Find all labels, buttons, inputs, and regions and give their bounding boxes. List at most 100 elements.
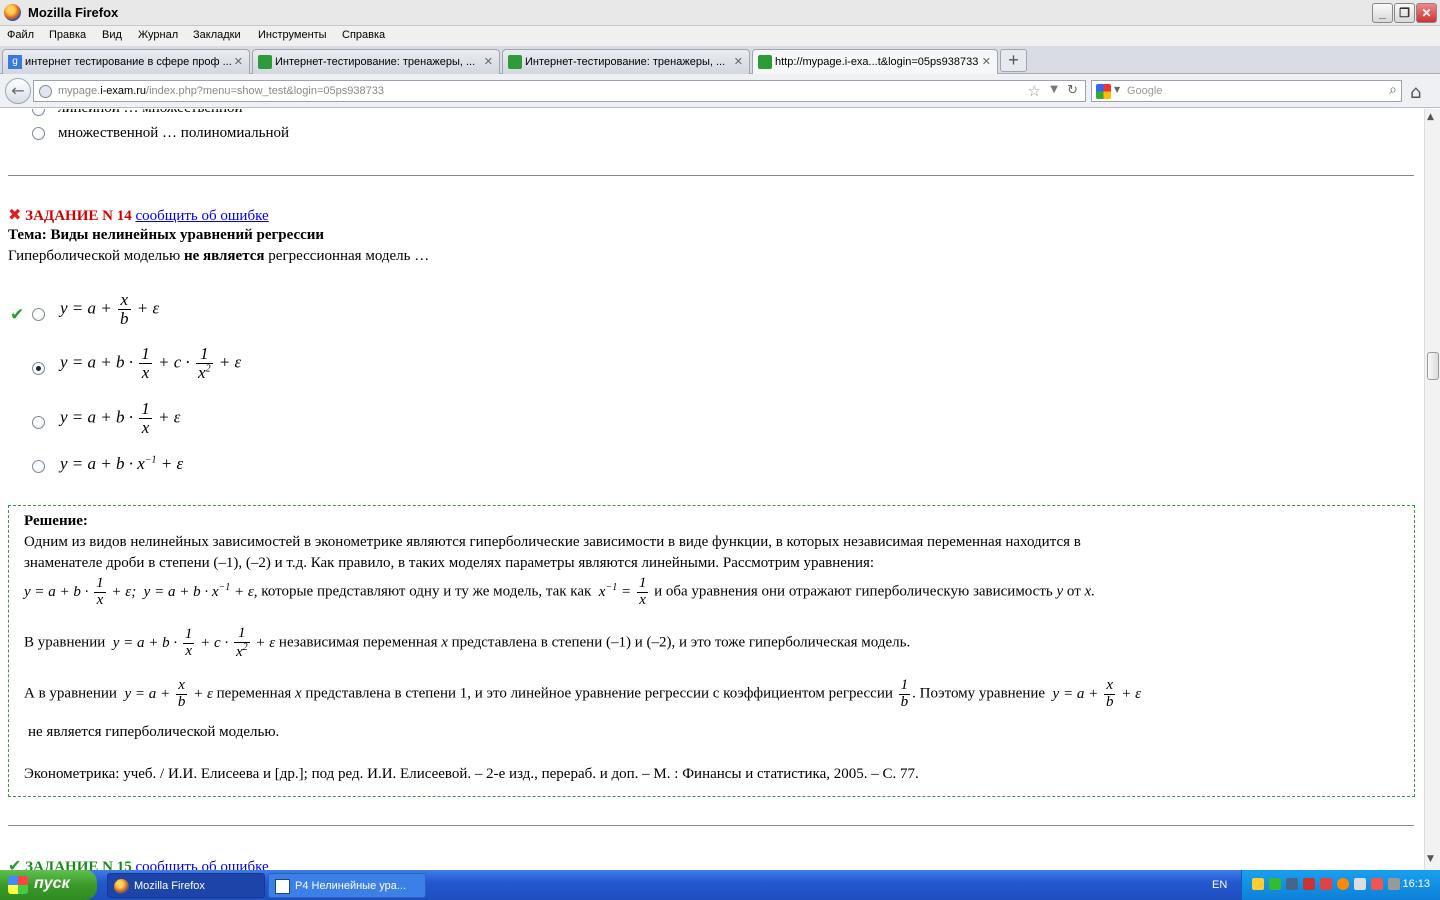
answer-radio[interactable] [32,109,45,116]
navigation-bar: ← mypage.i-exam.ru/index.php?menu=show_t… [0,74,1440,108]
search-placeholder: Google [1127,85,1163,97]
tray-icon[interactable] [1388,878,1400,890]
chevron-down-icon[interactable]: ▼ [1050,84,1058,95]
solution-text: не является гиперболической моделью. [28,724,280,740]
tab-label: Интернет-тестирование: тренажеры, ... [275,56,476,68]
page-icon [508,55,522,69]
scroll-down-icon[interactable]: ▼ [1427,854,1434,864]
firefox-icon [4,4,21,21]
menu-bar: Файл Правка Вид Журнал Закладки Инструме… [0,26,1440,46]
word-document-icon [275,879,290,894]
answer-radio[interactable] [32,127,45,140]
menu-tools[interactable]: Инструменты [258,29,327,41]
taskbar-item-firefox[interactable]: Mozilla Firefox [107,873,265,898]
scroll-up-icon[interactable]: ▲ [1427,112,1434,122]
answer-text: линейной … множественной [58,109,243,117]
task-topic: Тема: Виды нелинейных уравнений регресси… [8,227,325,243]
tab-label: http://mypage.i-exa...t&login=05ps938733 [775,56,979,68]
volume-icon[interactable] [1354,878,1366,890]
google-icon: g [8,55,22,69]
new-tab-button[interactable]: + [1000,49,1027,72]
clock: 16:13 [1402,878,1430,890]
menu-bookmarks[interactable]: Закладки [193,29,241,41]
divider [8,825,1414,826]
tray-icon[interactable] [1303,878,1315,890]
task-14-header: ✖ ЗАДАНИЕ N 14 сообщить об ошибке [8,205,269,225]
language-indicator[interactable]: EN [1212,879,1227,891]
page-content: линейной … множественной множественной …… [0,109,1424,870]
back-arrow-icon: ← [11,81,25,100]
solution-reference: Эконометрика: учеб. / И.И. Елисеева и [д… [24,766,919,782]
wrong-x-icon: ✖ [8,205,22,224]
answer-text: множественной … полиномиальной [58,125,290,141]
system-tray: 16:13 [1241,870,1440,900]
solution-heading: Решение: [24,513,88,529]
solution-box: Решение: Одним из видов нелинейных завис… [8,505,1415,797]
vertical-scrollbar[interactable]: ▲ ▼ [1424,109,1440,870]
report-error-link[interactable]: сообщить об ошибке [135,859,268,870]
tab-3[interactable]: Интернет-тестирование: тренажеры, ... ✕ [502,49,750,74]
tab-close-icon[interactable]: ✕ [734,55,743,68]
tab-close-icon[interactable]: ✕ [234,55,243,68]
solution-text: знаменателе дроби в степени (–1), (–2) и… [24,555,875,571]
correct-check-icon: ✔ [8,856,22,870]
tray-icon[interactable] [1320,878,1332,890]
tab-bar: g интернет тестирование в сфере проф ...… [0,46,1440,74]
minimize-button[interactable]: _ [1372,3,1393,23]
url-text: mypage.i-exam.ru/index.php?menu=show_tes… [58,85,384,97]
globe-icon [39,85,52,98]
tray-icon[interactable] [1286,878,1298,890]
answer-radio-4[interactable] [32,460,45,473]
taskbar-item-word[interactable]: Р4 Нелинейные ура... [268,873,426,898]
task-question: Гиперболической моделью не является регр… [8,248,430,264]
page-icon [758,55,772,69]
start-button[interactable]: пуск [0,870,97,900]
windows-taskbar: пуск Mozilla Firefox Р4 Нелинейные ура..… [0,870,1440,900]
tray-icon[interactable] [1371,878,1383,890]
firefox-icon [114,879,129,894]
answer-radio-1[interactable] [32,308,45,321]
menu-help[interactable]: Справка [342,29,385,41]
divider [8,175,1414,176]
tab-close-icon[interactable]: ✕ [484,55,493,68]
tab-1[interactable]: g интернет тестирование в сфере проф ...… [2,49,250,74]
scroll-thumb[interactable] [1427,352,1439,380]
task-title: ЗАДАНИЕ N 15 [25,859,132,870]
maximize-button[interactable]: ❐ [1394,3,1415,23]
solution-line-equations: y = a + b · 1x + ε; y = a + b · x−1 + ε,… [24,575,1095,608]
google-icon[interactable] [1096,84,1111,99]
report-error-link[interactable]: сообщить об ошибке [135,208,268,224]
close-button[interactable]: ✕ [1416,3,1437,23]
window-titlebar: Mozilla Firefox _ ❐ ✕ [0,0,1440,26]
answer-radio-3[interactable] [32,416,45,429]
menu-view[interactable]: Вид [102,29,122,41]
bookmark-star-icon[interactable]: ☆ [1028,82,1041,100]
tray-icon[interactable] [1269,878,1281,890]
window-title: Mozilla Firefox [28,5,119,20]
reload-icon[interactable]: ↻ [1067,83,1078,98]
url-bar[interactable]: mypage.i-exam.ru/index.php?menu=show_tes… [33,80,1086,102]
search-box[interactable]: ▼ Google ⌕ [1091,80,1402,102]
formula-option-2: y = a + b · 1x + c · 1 x2 + ε [60,344,242,382]
tab-close-icon[interactable]: ✕ [982,55,991,68]
formula-option-4: y = a + b · x−1 + ε [60,454,184,473]
tab-label: Интернет-тестирование: тренажеры, ... [525,56,726,68]
menu-file[interactable]: Файл [7,29,34,41]
correct-check-icon: ✔ [10,305,25,325]
search-icon[interactable]: ⌕ [1389,82,1397,98]
solution-line-linear: А в уравнении y = a + xb + ε переменная … [24,677,1141,710]
menu-edit[interactable]: Правка [49,29,86,41]
home-icon[interactable]: ⌂ [1410,82,1421,103]
task-15-header: ✔ ЗАДАНИЕ N 15 сообщить об ошибке [8,856,269,870]
tray-icon[interactable] [1252,878,1264,890]
chevron-down-icon[interactable]: ▼ [1114,85,1120,94]
tab-2[interactable]: Интернет-тестирование: тренажеры, ... ✕ [252,49,500,74]
back-button[interactable]: ← [5,78,31,104]
tab-4-active[interactable]: http://mypage.i-exa...t&login=05ps938733… [752,49,998,74]
solution-line-hyperbolic: В уравнении y = a + b · 1x + c · 1 x2 + ε… [24,625,911,660]
menu-history[interactable]: Журнал [138,29,178,41]
formula-option-3: y = a + b · 1x + ε [60,399,181,437]
answer-radio-2[interactable] [32,362,45,375]
tray-icon[interactable] [1337,878,1349,890]
tab-label: интернет тестирование в сфере проф ... [25,56,232,68]
